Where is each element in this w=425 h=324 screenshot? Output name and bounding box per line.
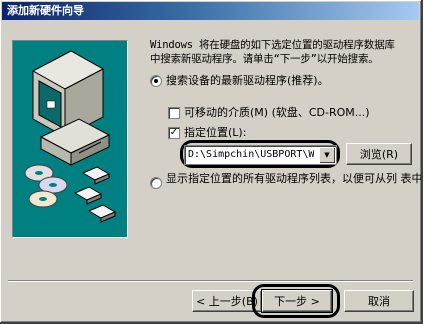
specify-location-checkbox[interactable]: ✓ (168, 127, 180, 139)
display-list-radio[interactable] (150, 177, 162, 189)
location-combobox[interactable]: D:\Simpchin\USBPORT\W ▼ (184, 145, 337, 165)
description-text: Windows 将在硬盘的如下选定位置的驱动程序数据库 中搜索新驱动程序。请单击… (150, 39, 395, 65)
specify-location-label[interactable]: 指定位置(L): (184, 124, 246, 140)
floppy-disk-icon (73, 166, 117, 223)
wizard-illustration (12, 40, 128, 238)
removable-media-label[interactable]: 可移动的介质(M) (软盘、CD-ROM...) (184, 104, 370, 120)
display-list-label[interactable]: 显示指定位置的所有驱动程序列表，以便可从列 表中选择所需的驱动程序(D) (166, 172, 421, 186)
wizard-window: 添加新硬件向导 Windows 将在硬盘的如下选定位置的驱动程序数据库 中搜索新… (0, 0, 423, 324)
next-button[interactable]: 下一步 > (261, 289, 333, 313)
cd-disc-icon (24, 164, 68, 208)
browse-button[interactable]: 浏览(R) (346, 143, 412, 165)
search-best-radio[interactable] (150, 75, 162, 87)
cancel-button[interactable]: 取消 (344, 290, 414, 312)
computer-icon (31, 50, 111, 166)
separator (8, 280, 413, 282)
location-value[interactable]: D:\Simpchin\USBPORT\W (188, 148, 314, 162)
search-best-label[interactable]: 搜索设备的最新驱动程序(推荐)。 (166, 72, 329, 88)
removable-media-checkbox[interactable] (168, 107, 180, 119)
window-title: 添加新硬件向导 (2, 2, 419, 20)
chevron-down-icon[interactable]: ▼ (319, 147, 335, 163)
